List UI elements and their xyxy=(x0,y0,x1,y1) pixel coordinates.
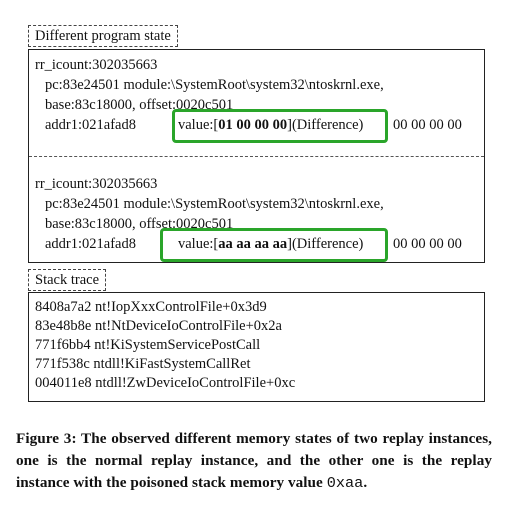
stack-frame: 83e48b8e nt!NtDeviceIoControlFile+0x2a xyxy=(35,318,282,334)
program-state-tag: Different program state xyxy=(28,25,178,47)
state2-remaining-bytes: 00 00 00 00 xyxy=(393,236,462,252)
stack-frame: 8408a7a2 nt!IopXxxControlFile+0x3d9 xyxy=(35,299,267,315)
state1-remaining-bytes: 00 00 00 00 xyxy=(393,117,462,133)
stack-frame: 004011e8 ntdll!ZwDeviceIoControlFile+0xc xyxy=(35,375,296,391)
state1-pc-module: pc:83e24501 module:\SystemRoot\system32\… xyxy=(45,77,384,93)
state2-pc-module: pc:83e24501 module:\SystemRoot\system32\… xyxy=(45,196,384,212)
state2-icount: rr_icount:302035663 xyxy=(35,176,158,192)
state-divider xyxy=(29,156,484,157)
stack-frame: 771f538c ntdll!KiFastSystemCallRet xyxy=(35,356,251,372)
stack-trace-tag: Stack trace xyxy=(28,269,107,291)
caption-code: 0xaa xyxy=(326,474,364,492)
state1-addr: addr1:021afad8 xyxy=(45,117,136,133)
stack-trace-panel: 8408a7a2 nt!IopXxxControlFile+0x3d9 83e4… xyxy=(28,292,485,402)
state2-difference-highlight xyxy=(160,228,388,262)
state2-addr: addr1:021afad8 xyxy=(45,236,136,252)
figure-caption: Figure 3: The observed different memory … xyxy=(16,430,492,492)
state1-difference-highlight xyxy=(172,109,388,143)
stack-frame: 771f6bb4 nt!KiSystemServicePostCall xyxy=(35,337,261,353)
program-state-panel: rr_icount:302035663 pc:83e24501 module:\… xyxy=(28,49,485,263)
state1-icount: rr_icount:302035663 xyxy=(35,57,158,73)
